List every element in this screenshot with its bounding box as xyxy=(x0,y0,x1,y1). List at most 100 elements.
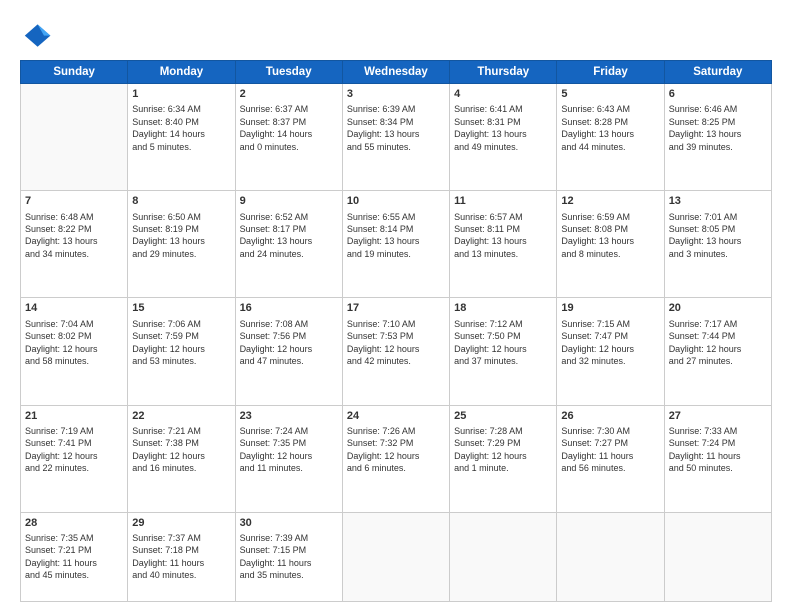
cell-content: Sunrise: 6:34 AMSunset: 8:40 PMDaylight:… xyxy=(132,103,230,153)
cell-line: Sunset: 7:53 PM xyxy=(347,330,445,342)
day-number: 10 xyxy=(347,194,445,209)
cell-line: Daylight: 11 hours xyxy=(669,450,767,462)
cell-line: Sunrise: 7:30 AM xyxy=(561,425,659,437)
cell-line: Daylight: 12 hours xyxy=(347,450,445,462)
cell-line: Daylight: 13 hours xyxy=(669,128,767,140)
cell-line: Daylight: 12 hours xyxy=(25,343,123,355)
day-number: 23 xyxy=(240,409,338,424)
calendar-cell: 21Sunrise: 7:19 AMSunset: 7:41 PMDayligh… xyxy=(21,405,128,512)
cell-line: Daylight: 12 hours xyxy=(454,343,552,355)
calendar-cell xyxy=(21,84,128,191)
cell-content: Sunrise: 7:19 AMSunset: 7:41 PMDaylight:… xyxy=(25,425,123,475)
calendar-cell xyxy=(450,512,557,601)
cell-content: Sunrise: 6:59 AMSunset: 8:08 PMDaylight:… xyxy=(561,211,659,261)
week-row-4: 21Sunrise: 7:19 AMSunset: 7:41 PMDayligh… xyxy=(21,405,772,512)
calendar-body: 1Sunrise: 6:34 AMSunset: 8:40 PMDaylight… xyxy=(21,84,772,602)
cell-line: Daylight: 12 hours xyxy=(347,343,445,355)
calendar-cell: 8 Sunrise: 6:50 AMSunset: 8:19 PMDaylight… xyxy=(128,191,235,298)
cell-content: Sunrise: 6:50 AMSunset: 8:19 PMDaylight:… xyxy=(132,211,230,261)
cell-content: Sunrise: 6:39 AMSunset: 8:34 PMDaylight:… xyxy=(347,103,445,153)
calendar-cell: 17Sunrise: 7:10 AMSunset: 7:53 PMDayligh… xyxy=(342,298,449,405)
cell-content: Sunrise: 7:01 AMSunset: 8:05 PMDaylight:… xyxy=(669,211,767,261)
cell-line: Daylight: 11 hours xyxy=(25,557,123,569)
cell-line: Sunrise: 6:34 AM xyxy=(132,103,230,115)
cell-line: Sunset: 8:14 PM xyxy=(347,223,445,235)
cell-line: Sunrise: 6:41 AM xyxy=(454,103,552,115)
cell-line: Daylight: 13 hours xyxy=(561,235,659,247)
cell-line: Sunrise: 7:28 AM xyxy=(454,425,552,437)
calendar-cell: 9 Sunrise: 6:52 AMSunset: 8:17 PMDaylight… xyxy=(235,191,342,298)
cell-line: Sunset: 7:35 PM xyxy=(240,437,338,449)
day-number: 14 xyxy=(25,301,123,316)
day-header-wednesday: Wednesday xyxy=(342,61,449,84)
day-number: 22 xyxy=(132,409,230,424)
day-header-friday: Friday xyxy=(557,61,664,84)
cell-line: Sunrise: 7:12 AM xyxy=(454,318,552,330)
cell-line: Daylight: 13 hours xyxy=(454,235,552,247)
day-header-sunday: Sunday xyxy=(21,61,128,84)
cell-line: Sunset: 8:31 PM xyxy=(454,116,552,128)
cell-line: Daylight: 11 hours xyxy=(240,557,338,569)
cell-line: Daylight: 12 hours xyxy=(669,343,767,355)
cell-line: Daylight: 13 hours xyxy=(347,128,445,140)
week-row-2: 7 Sunrise: 6:48 AMSunset: 8:22 PMDaylight… xyxy=(21,191,772,298)
cell-line: and 11 minutes. xyxy=(240,462,338,474)
cell-line: Daylight: 14 hours xyxy=(240,128,338,140)
day-number: 27 xyxy=(669,409,767,424)
day-number: 20 xyxy=(669,301,767,316)
cell-line: and 19 minutes. xyxy=(347,248,445,260)
cell-line: Sunrise: 7:19 AM xyxy=(25,425,123,437)
cell-line: Sunrise: 7:17 AM xyxy=(669,318,767,330)
cell-line: Sunrise: 7:35 AM xyxy=(25,532,123,544)
cell-content: Sunrise: 7:24 AMSunset: 7:35 PMDaylight:… xyxy=(240,425,338,475)
page: SundayMondayTuesdayWednesdayThursdayFrid… xyxy=(0,0,792,612)
day-number: 29 xyxy=(132,516,230,531)
cell-content: Sunrise: 6:48 AMSunset: 8:22 PMDaylight:… xyxy=(25,211,123,261)
cell-line: Daylight: 13 hours xyxy=(669,235,767,247)
cell-line: Daylight: 13 hours xyxy=(25,235,123,247)
calendar-cell: 10 Sunrise: 6:55 AMSunset: 8:14 PMDayligh… xyxy=(342,191,449,298)
calendar-cell: 30Sunrise: 7:39 AMSunset: 7:15 PMDayligh… xyxy=(235,512,342,601)
calendar-cell: 20 Sunrise: 7:17 AMSunset: 7:44 PMDayligh… xyxy=(664,298,771,405)
day-number: 9 xyxy=(240,194,338,209)
cell-content: Sunrise: 7:30 AMSunset: 7:27 PMDaylight:… xyxy=(561,425,659,475)
cell-line: Sunset: 8:34 PM xyxy=(347,116,445,128)
cell-line: Sunrise: 6:43 AM xyxy=(561,103,659,115)
week-row-3: 14Sunrise: 7:04 AMSunset: 8:02 PMDayligh… xyxy=(21,298,772,405)
cell-line: Sunset: 8:40 PM xyxy=(132,116,230,128)
cell-content: Sunrise: 6:55 AMSunset: 8:14 PMDaylight:… xyxy=(347,211,445,261)
calendar-cell: 3Sunrise: 6:39 AMSunset: 8:34 PMDaylight… xyxy=(342,84,449,191)
day-number: 24 xyxy=(347,409,445,424)
cell-content: Sunrise: 7:26 AMSunset: 7:32 PMDaylight:… xyxy=(347,425,445,475)
cell-line: and 5 minutes. xyxy=(132,141,230,153)
day-number: 5 xyxy=(561,87,659,102)
cell-line: Sunset: 7:50 PM xyxy=(454,330,552,342)
cell-content: Sunrise: 6:52 AMSunset: 8:17 PMDaylight:… xyxy=(240,211,338,261)
calendar-cell: 19Sunrise: 7:15 AMSunset: 7:47 PMDayligh… xyxy=(557,298,664,405)
day-number: 8 xyxy=(132,194,230,209)
cell-line: Sunrise: 7:24 AM xyxy=(240,425,338,437)
calendar-cell: 25Sunrise: 7:28 AMSunset: 7:29 PMDayligh… xyxy=(450,405,557,512)
cell-line: Sunset: 8:11 PM xyxy=(454,223,552,235)
cell-line: Sunrise: 6:57 AM xyxy=(454,211,552,223)
cell-line: and 0 minutes. xyxy=(240,141,338,153)
day-number: 25 xyxy=(454,409,552,424)
cell-line: and 16 minutes. xyxy=(132,462,230,474)
day-number: 28 xyxy=(25,516,123,531)
cell-line: and 1 minute. xyxy=(454,462,552,474)
cell-line: Daylight: 11 hours xyxy=(561,450,659,462)
cell-line: and 35 minutes. xyxy=(240,569,338,581)
cell-content: Sunrise: 7:17 AMSunset: 7:44 PMDaylight:… xyxy=(669,318,767,368)
cell-line: Daylight: 14 hours xyxy=(132,128,230,140)
cell-content: Sunrise: 7:10 AMSunset: 7:53 PMDaylight:… xyxy=(347,318,445,368)
cell-line: and 6 minutes. xyxy=(347,462,445,474)
calendar-cell: 2Sunrise: 6:37 AMSunset: 8:37 PMDaylight… xyxy=(235,84,342,191)
cell-line: and 53 minutes. xyxy=(132,355,230,367)
calendar-cell: 7 Sunrise: 6:48 AMSunset: 8:22 PMDaylight… xyxy=(21,191,128,298)
day-header-thursday: Thursday xyxy=(450,61,557,84)
day-number: 3 xyxy=(347,87,445,102)
cell-line: Sunrise: 7:37 AM xyxy=(132,532,230,544)
day-number: 16 xyxy=(240,301,338,316)
calendar-cell: 24Sunrise: 7:26 AMSunset: 7:32 PMDayligh… xyxy=(342,405,449,512)
day-number: 7 xyxy=(25,194,123,209)
